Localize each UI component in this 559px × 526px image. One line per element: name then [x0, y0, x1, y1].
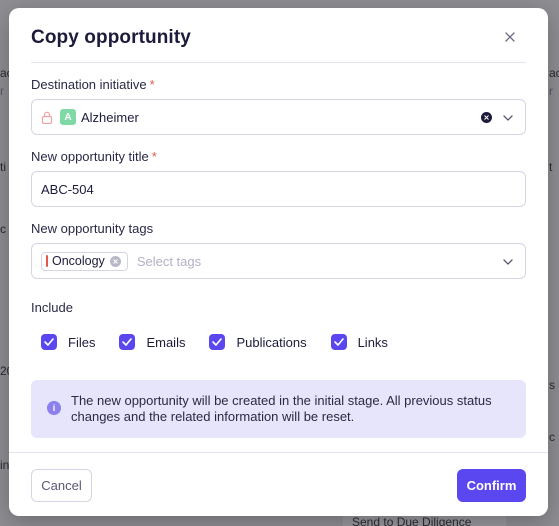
dialog-footer: Cancel Confirm	[9, 452, 548, 516]
include-links-checkbox[interactable]: Links	[330, 334, 388, 350]
include-emails-checkbox[interactable]: Emails	[119, 334, 185, 350]
include-publications-checkbox[interactable]: Publications	[209, 334, 307, 350]
tags-placeholder: Select tags	[136, 253, 202, 269]
bg-text: c	[0, 222, 6, 236]
checkbox-checked-icon[interactable]	[209, 334, 226, 350]
lock-icon	[41, 110, 53, 124]
close-button[interactable]	[502, 29, 518, 45]
bg-text: c	[549, 430, 555, 444]
include-emails-label: Emails	[146, 334, 186, 350]
bg-text: r	[549, 84, 553, 98]
title-label-text: New opportunity title	[31, 149, 149, 164]
include-files-checkbox[interactable]: Files	[41, 334, 95, 350]
dialog-header: Copy opportunity	[31, 8, 526, 63]
include-links-label: Links	[357, 334, 388, 350]
chevron-down-icon	[503, 259, 513, 265]
required-mark: *	[151, 149, 157, 164]
close-icon	[505, 32, 515, 42]
tags-label: New opportunity tags	[31, 221, 154, 236]
dialog-title: Copy opportunity	[31, 27, 191, 48]
info-banner: i The new opportunity will be created in…	[31, 380, 526, 438]
checkbox-checked-icon[interactable]	[41, 334, 57, 350]
confirm-button[interactable]: Confirm	[457, 469, 526, 502]
remove-tag-icon[interactable]	[109, 255, 121, 267]
clear-selection-icon[interactable]	[481, 112, 492, 123]
initiative-badge: A	[60, 109, 76, 125]
cancel-button[interactable]: Cancel	[31, 469, 92, 502]
tag-chip-label: Oncology	[52, 254, 105, 268]
info-text: The new opportunity will be created in t…	[71, 393, 492, 424]
required-mark: *	[149, 77, 155, 92]
tags-select[interactable]: Oncology Select tags	[31, 243, 526, 279]
opportunity-title-input[interactable]: ABC-504	[31, 171, 526, 207]
chevron-down-icon	[503, 115, 513, 121]
checkbox-checked-icon[interactable]	[119, 334, 136, 350]
include-label: Include	[31, 300, 73, 315]
bg-text: ti	[0, 160, 6, 174]
tag-color-bar	[46, 255, 48, 267]
checkbox-checked-icon[interactable]	[330, 334, 347, 350]
destination-value: Alzheimer	[81, 109, 139, 125]
bg-text: t	[549, 160, 553, 174]
bg-text: in	[0, 458, 10, 472]
destination-label-text: Destination initiative	[31, 77, 147, 92]
bg-send-label: Send to Due Diligence	[352, 515, 472, 526]
title-label: New opportunity title *	[31, 149, 157, 164]
include-publications-label: Publications	[236, 334, 307, 350]
destination-label: Destination initiative *	[31, 77, 155, 92]
bg-text: r	[0, 84, 4, 98]
destination-select[interactable]: A Alzheimer	[31, 99, 526, 135]
copy-opportunity-dialog: Copy opportunity Destination initiative *…	[9, 8, 548, 516]
bg-text: s	[549, 378, 555, 392]
opportunity-title-value: ABC-504	[41, 181, 94, 197]
include-files-label: Files	[68, 334, 96, 350]
bg-text: ac	[549, 66, 559, 80]
info-icon: i	[47, 401, 61, 415]
tag-chip: Oncology	[41, 251, 128, 271]
include-options: Files Emails Publications Links	[41, 334, 412, 350]
